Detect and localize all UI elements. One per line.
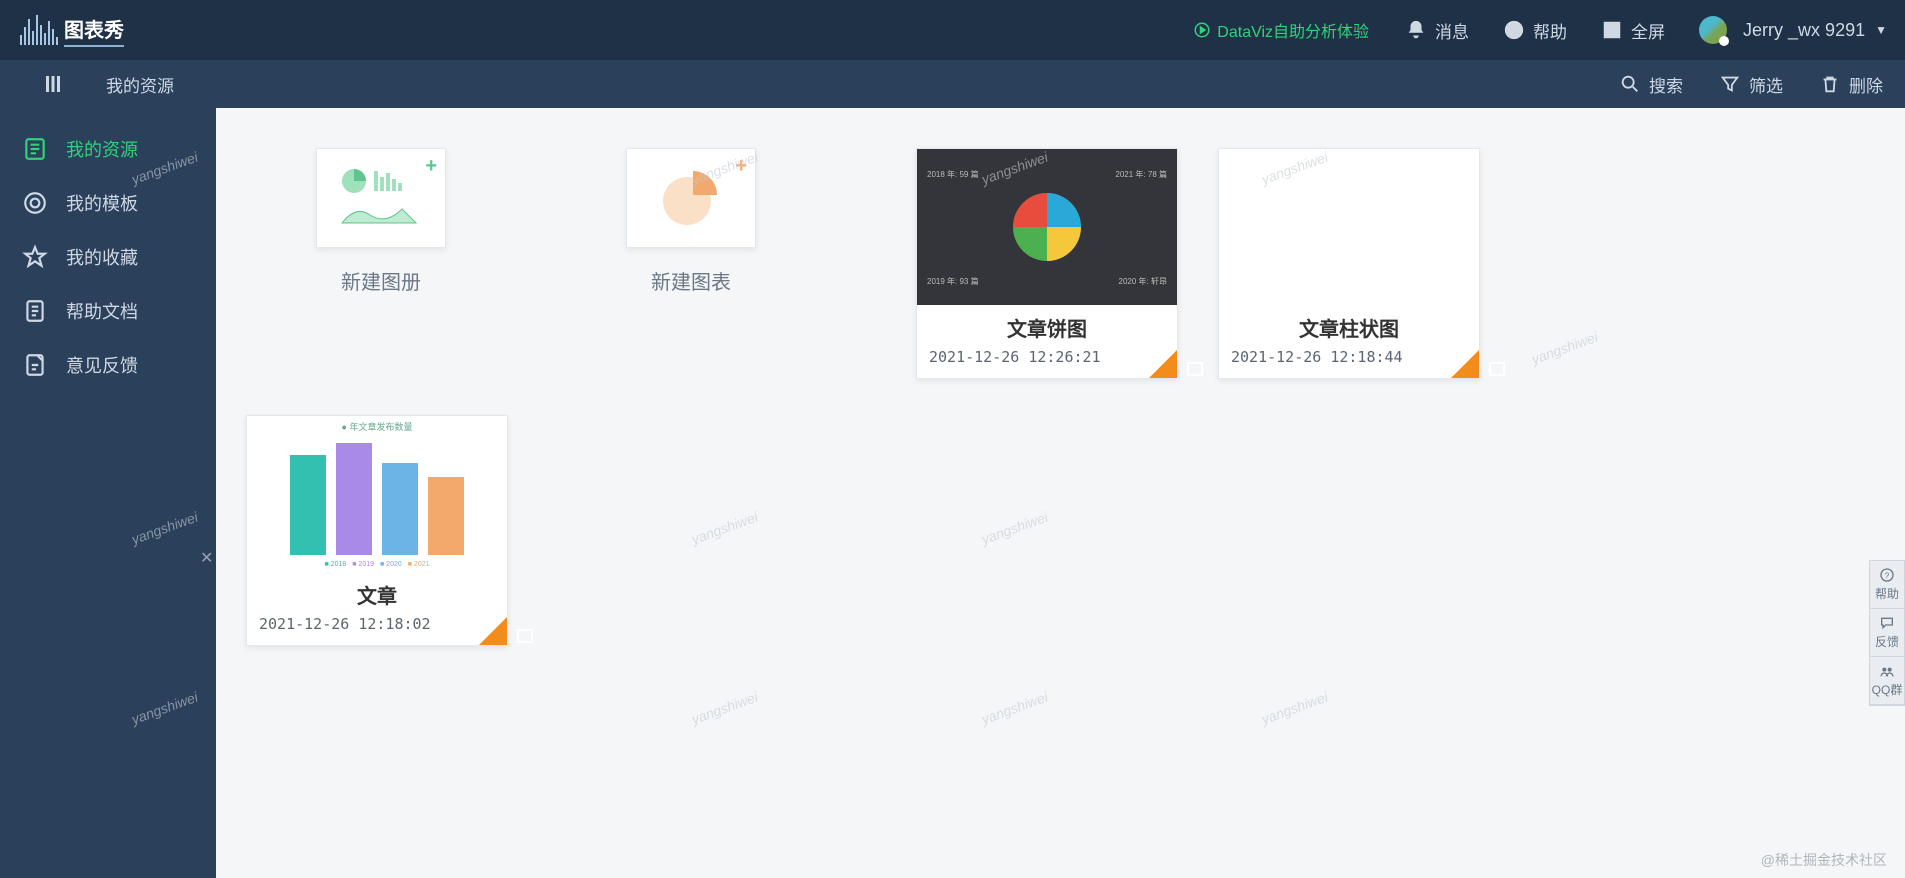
expand-icon [1601, 19, 1623, 41]
create-chart-card[interactable]: + 新建图表 [556, 148, 826, 379]
sidebar-item-label: 我的收藏 [66, 244, 138, 270]
bell-icon [1405, 19, 1427, 41]
sidebar-item-docs[interactable]: 帮助文档 [0, 284, 216, 338]
float-qq-button[interactable]: QQ群 [1870, 657, 1904, 705]
chart-thumb-icon [651, 163, 731, 233]
target-icon [22, 190, 48, 216]
sidebar-item-label: 我的资源 [66, 136, 138, 162]
file-icon [22, 136, 48, 162]
pie-annot: 2020 年: 轩昂 [1119, 276, 1167, 287]
card-title: 文章 [247, 572, 507, 611]
dataviz-label: DataViz自助分析体验 [1217, 18, 1369, 42]
feedback-icon [22, 352, 48, 378]
side-float-panel: ? 帮助 反馈 QQ群 [1869, 560, 1905, 706]
plus-icon: + [735, 155, 747, 178]
chart-card-pie[interactable]: 2018 年: 59 篇 2021 年: 78 篇 2019 年: 93 篇 2… [916, 148, 1178, 379]
play-circle-icon [1193, 21, 1211, 39]
card-title: 文章饼图 [917, 305, 1177, 344]
username-label: Jerry _wx 9291 [1743, 20, 1865, 41]
search-label: 搜索 [1649, 72, 1683, 97]
plus-icon: + [425, 155, 437, 178]
help-button[interactable]: 帮助 [1503, 18, 1567, 43]
pie-annot: 2018 年: 59 篇 [927, 169, 979, 180]
create-album-card[interactable]: + 新建图册 [246, 148, 516, 379]
chat-icon [1879, 615, 1895, 631]
user-menu[interactable]: Jerry _wx 9291 ▼ [1743, 20, 1887, 41]
fullscreen-label: 全屏 [1631, 18, 1665, 43]
float-label: 帮助 [1875, 585, 1899, 602]
doc-icon [22, 298, 48, 324]
help-icon: ? [1879, 567, 1895, 583]
subbar-menu-icon[interactable] [0, 72, 106, 96]
logo-icon [20, 15, 58, 45]
logo[interactable]: 图表秀 [0, 14, 144, 47]
float-label: QQ群 [1872, 681, 1903, 698]
sidebar-item-label: 意见反馈 [66, 352, 138, 378]
chart-thumbnail [1219, 149, 1479, 305]
chart-card-bar[interactable]: 文章柱状图 2021-12-26 12:18:44 [1218, 148, 1480, 379]
float-feedback-button[interactable]: 反馈 [1870, 609, 1904, 657]
svg-text:?: ? [1885, 571, 1890, 580]
avatar[interactable] [1699, 16, 1727, 44]
corner-badge-icon [1149, 350, 1177, 378]
corner-badge-icon [1451, 350, 1479, 378]
messages-button[interactable]: 消息 [1405, 18, 1469, 43]
sidebar-item-favorites[interactable]: 我的收藏 [0, 230, 216, 284]
help-circle-icon [1503, 19, 1525, 41]
filter-button[interactable]: 筛选 [1719, 72, 1783, 97]
card-title: 文章柱状图 [1219, 305, 1479, 344]
card-date: 2021-12-26 12:26:21 [917, 344, 1177, 378]
pie-annot: 2021 年: 78 篇 [1115, 169, 1167, 180]
sidebar-item-templates[interactable]: 我的模板 [0, 176, 216, 230]
delete-button[interactable]: 删除 [1819, 72, 1883, 97]
close-icon[interactable]: ✕ [200, 548, 213, 568]
album-thumb-icon [336, 163, 426, 233]
card-date: 2021-12-26 12:18:44 [1219, 344, 1479, 378]
delete-label: 删除 [1849, 72, 1883, 97]
sidebar-item-feedback[interactable]: 意见反馈 [0, 338, 216, 392]
trash-icon [1819, 73, 1841, 95]
main-content: + 新建图册 + 新建图表 [216, 108, 1905, 878]
footer-watermark: @稀土掘金技术社区 [1761, 850, 1887, 870]
messages-label: 消息 [1435, 18, 1469, 43]
caret-down-icon: ▼ [1875, 23, 1887, 37]
filter-label: 筛选 [1749, 72, 1783, 97]
top-bar: 图表秀 DataViz自助分析体验 消息 帮助 全屏 Jerry _wx 929… [0, 0, 1905, 60]
sub-bar: 我的资源 搜索 筛选 删除 [0, 60, 1905, 108]
chart-thumbnail: ● 年文章发布数量 ■ 2018■ 2019■ 2020■ 2021 [247, 416, 507, 572]
create-chart-label: 新建图表 [651, 266, 731, 295]
group-icon [1879, 663, 1895, 679]
chart-thumbnail: 2018 年: 59 篇 2021 年: 78 篇 2019 年: 93 篇 2… [917, 149, 1177, 305]
create-album-label: 新建图册 [341, 266, 421, 295]
float-label: 反馈 [1875, 633, 1899, 650]
sidebar-item-label: 我的模板 [66, 190, 138, 216]
star-icon [22, 244, 48, 270]
search-button[interactable]: 搜索 [1619, 72, 1683, 97]
card-date: 2021-12-26 12:18:02 [247, 611, 507, 645]
search-icon [1619, 73, 1641, 95]
fullscreen-button[interactable]: 全屏 [1601, 18, 1665, 43]
logo-text: 图表秀 [64, 14, 124, 47]
filter-icon [1719, 73, 1741, 95]
chart-card-article[interactable]: ● 年文章发布数量 ■ 2018■ 2019■ 2020■ 2021 文章 20… [246, 415, 508, 646]
pie-annot: 2019 年: 93 篇 [927, 276, 979, 287]
columns-icon [41, 72, 65, 96]
sidebar-item-label: 帮助文档 [66, 298, 138, 324]
dataviz-link[interactable]: DataViz自助分析体验 [1193, 18, 1369, 42]
help-label: 帮助 [1533, 18, 1567, 43]
breadcrumb: 我的资源 [106, 72, 174, 97]
sidebar-item-resources[interactable]: 我的资源 [0, 122, 216, 176]
sidebar: 我的资源 我的模板 我的收藏 帮助文档 意见反馈 [0, 108, 216, 878]
float-help-button[interactable]: ? 帮助 [1870, 561, 1904, 609]
corner-badge-icon [479, 617, 507, 645]
